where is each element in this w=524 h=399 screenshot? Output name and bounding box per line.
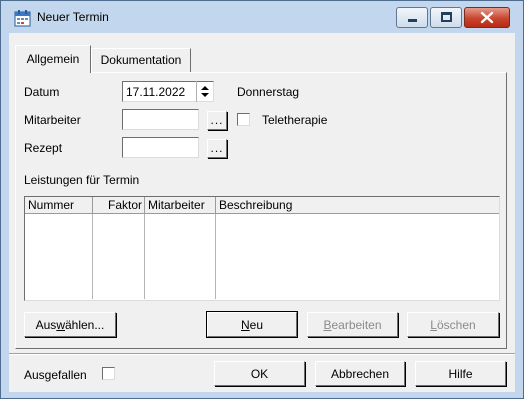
ok-button[interactable]: OK (214, 361, 305, 386)
spin-down-icon[interactable] (201, 93, 209, 97)
new-button[interactable]: Neu (207, 312, 297, 337)
column-header-beschreibung[interactable]: Beschreibung (216, 197, 499, 214)
select-label-accelerator: w (56, 318, 65, 332)
rezept-label: Rezept (24, 141, 63, 155)
edit-button[interactable]: Bearbeiten (307, 312, 398, 337)
mitarbeiter-label: Mitarbeiter (24, 113, 81, 127)
column-header-faktor[interactable]: Faktor (93, 197, 145, 214)
delete-button[interactable]: Löschen (407, 312, 499, 337)
minimize-icon (408, 19, 417, 22)
close-icon (480, 11, 494, 24)
column-header-nummer[interactable]: Nummer (25, 197, 93, 214)
tab-allgemein[interactable]: Allgemein (15, 45, 91, 73)
select-label-start: Aus (35, 318, 57, 332)
tab-label: Dokumentation (100, 53, 182, 67)
dialog-window: Neuer Termin Dokumentation Allgemein Dat… (0, 0, 524, 399)
select-button[interactable]: Auswählen... (24, 312, 116, 337)
minimize-button[interactable] (396, 7, 428, 28)
footer-separator (9, 353, 515, 355)
maximize-icon (441, 12, 452, 22)
ok-label: OK (250, 367, 269, 381)
teletherapie-checkbox[interactable] (237, 113, 250, 126)
mitarbeiter-browse-button[interactable]: ... (207, 111, 227, 130)
help-label: Hilfe (448, 367, 473, 381)
close-button[interactable] (464, 7, 510, 28)
ausgefallen-label: Ausgefallen (24, 368, 87, 382)
column-divider (92, 214, 93, 299)
rezept-browse-button[interactable]: ... (207, 139, 227, 158)
datum-spinner[interactable] (196, 81, 213, 102)
delete-label-end: öschen (436, 318, 476, 332)
ausgefallen-checkbox[interactable] (102, 367, 115, 380)
edit-label-end: earbeiten (331, 318, 382, 332)
tab-label: Allgemein (26, 52, 80, 66)
delete-label-accelerator: L (430, 318, 437, 332)
column-header-mitarbeiter[interactable]: Mitarbeiter (145, 197, 216, 214)
dialog-client-area: Dokumentation Allgemein Datum 17.11.2022… (9, 33, 515, 392)
help-button[interactable]: Hilfe (415, 361, 506, 386)
rezept-field[interactable] (122, 137, 199, 158)
mitarbeiter-field[interactable] (122, 109, 199, 130)
title-bar[interactable]: Neuer Termin (1, 1, 523, 33)
calendar-icon (14, 10, 31, 27)
browse-label: ... (210, 141, 224, 155)
new-label-end: eu (249, 318, 264, 332)
cancel-label: Abbrechen (330, 367, 390, 381)
teletherapie-label: Teletherapie (262, 113, 328, 127)
tab-dokumentation[interactable]: Dokumentation (91, 48, 191, 72)
window-title: Neuer Termin (37, 10, 109, 24)
column-divider (144, 214, 145, 299)
browse-label: ... (210, 113, 224, 127)
new-label-accelerator: N (240, 318, 250, 332)
datum-value: 17.11.2022 (126, 85, 186, 99)
column-divider (215, 214, 216, 299)
weekday-label: Donnerstag (237, 85, 300, 99)
datum-label: Datum (24, 85, 60, 99)
cancel-button[interactable]: Abbrechen (315, 361, 405, 386)
spin-up-icon[interactable] (201, 86, 209, 90)
maximize-button[interactable] (430, 7, 462, 28)
select-label-end: ählen... (64, 318, 105, 332)
services-table[interactable]: Nummer Faktor Mitarbeiter Beschreibung (24, 196, 500, 301)
services-label: Leistungen für Termin (24, 173, 140, 187)
table-header: Nummer Faktor Mitarbeiter Beschreibung (25, 197, 499, 214)
